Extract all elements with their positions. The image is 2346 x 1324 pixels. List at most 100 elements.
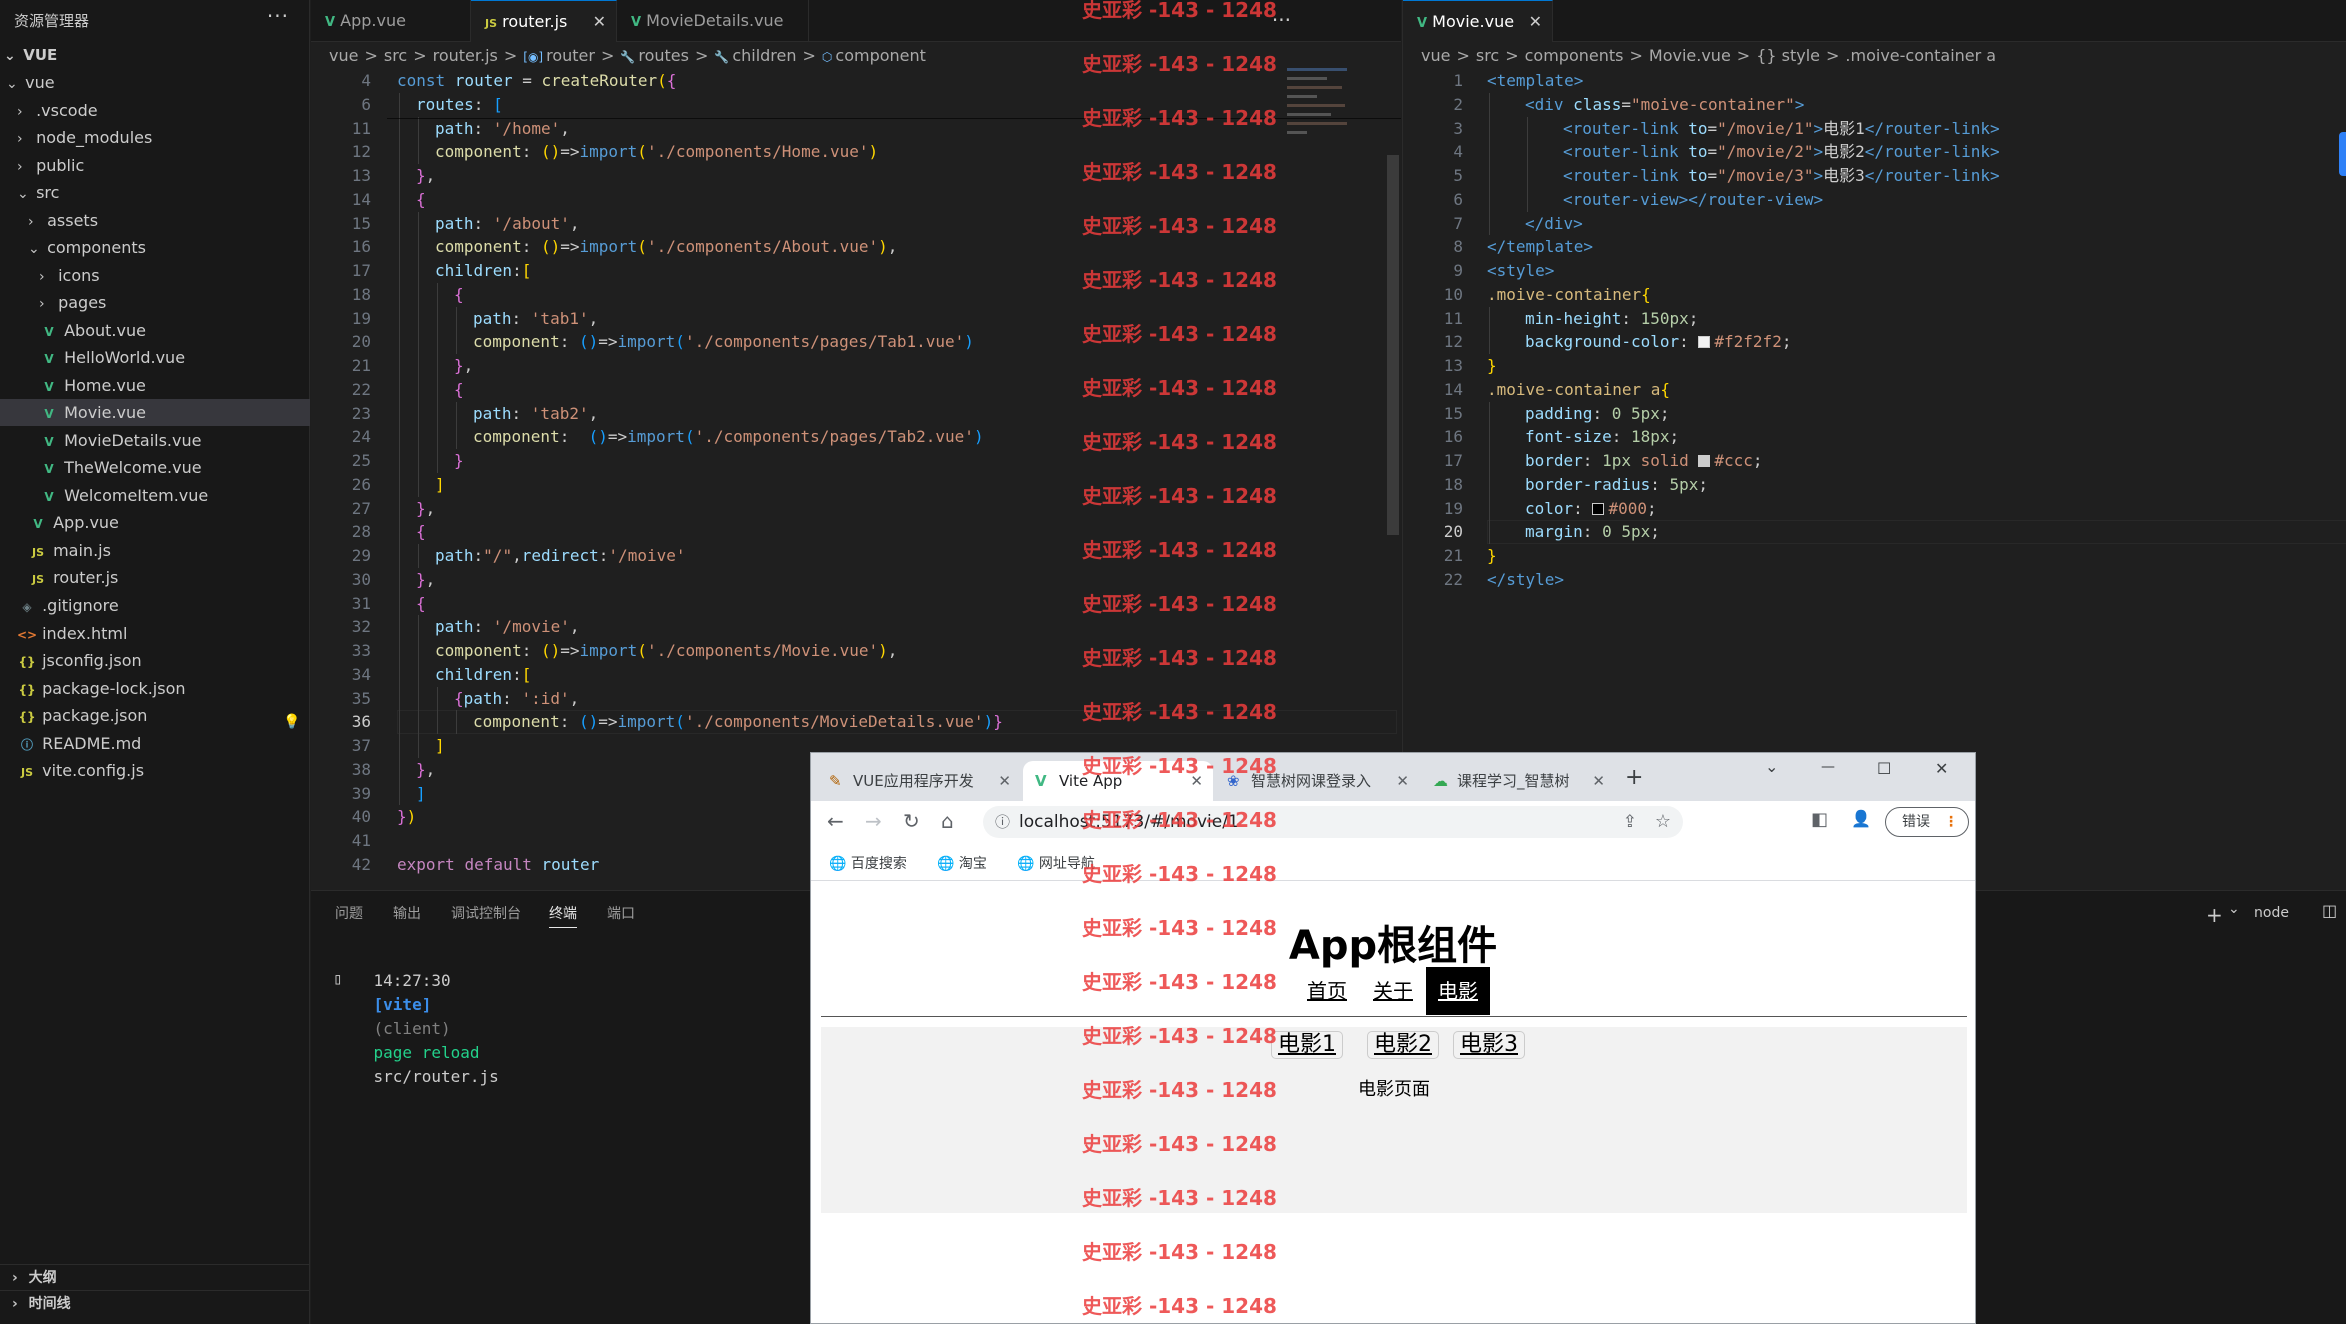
site-info-icon[interactable]: ⓘ xyxy=(995,806,1010,838)
split-terminal-icon[interactable]: ◫ xyxy=(2322,901,2337,920)
watermark-text: 史亚彩 -143 - 1248 xyxy=(1082,484,1277,508)
nav-link-movie[interactable]: 电影 xyxy=(1426,967,1490,1015)
breadcrumb-item[interactable]: Movie.vue xyxy=(1649,46,1731,65)
panel-tab-problems[interactable]: 问题 xyxy=(335,903,363,923)
code-token: 'tab1' xyxy=(530,308,589,328)
panel-tab-ports[interactable]: 端口 xyxy=(607,903,635,923)
close-icon[interactable]: ✕ xyxy=(1529,1,1542,43)
terminal-output[interactable]: 14:27:30 [vite] (client) page reload src… xyxy=(335,945,499,1086)
tree-item-moviedetails-vue[interactable]: V MovieDetails.vue xyxy=(0,427,310,454)
lightbulb-icon[interactable]: 💡 xyxy=(283,710,300,734)
tree-item-vite-config-js[interactable]: JS vite.config.js xyxy=(0,757,310,784)
bookmark-taobao[interactable]: 🌐 淘宝 xyxy=(937,853,987,873)
nav-link-about[interactable]: 关于 xyxy=(1373,975,1413,1004)
share-icon[interactable]: ⇪ xyxy=(1623,806,1637,838)
browser-tab-vue-course[interactable]: ✎ VUE应用程序开发 ✕ xyxy=(817,761,1021,801)
breadcrumb-item[interactable]: .moive-container a xyxy=(1845,46,1996,65)
tree-item-src[interactable]: ⌄ src xyxy=(0,179,310,206)
code-token: #000 xyxy=(1608,498,1647,518)
home-button[interactable]: ⌂ xyxy=(941,809,954,833)
tab-moviedetails-vue[interactable]: V MovieDetails.vue xyxy=(617,0,809,42)
profile-icon[interactable]: 👤 xyxy=(1851,809,1871,828)
panel-tab-debug-console[interactable]: 调试控制台 xyxy=(451,903,521,923)
close-icon[interactable]: ✕ xyxy=(593,1,606,43)
tab-label: Movie.vue xyxy=(1432,12,1515,31)
add-terminal-icon[interactable]: + xyxy=(2206,903,2223,927)
tree-item-pages[interactable]: › pages xyxy=(0,289,310,316)
minimize-button[interactable]: — xyxy=(1821,759,1835,775)
tree-item-public[interactable]: › public xyxy=(0,152,310,179)
side-panel-icon[interactable]: ◧ xyxy=(1811,809,1828,830)
breadcrumb-item[interactable]: {} style xyxy=(1756,46,1820,65)
tree-item-main-js[interactable]: JS main.js xyxy=(0,537,310,564)
tab-search-icon[interactable]: ⌄ xyxy=(1765,757,1778,776)
tree-item-vue[interactable]: ⌄ vue xyxy=(0,69,310,96)
code-token: ; xyxy=(1669,427,1680,447)
close-icon[interactable]: ✕ xyxy=(1396,761,1409,801)
maximize-button[interactable]: ☐ xyxy=(1877,759,1891,778)
breadcrumb-item[interactable]: children xyxy=(732,46,796,65)
breadcrumb-item[interactable]: vue xyxy=(1421,46,1450,65)
tree-item-index-html[interactable]: <> index.html xyxy=(0,620,310,647)
tree-item-welcomeitem-vue[interactable]: V WelcomeItem.vue xyxy=(0,482,310,509)
tree-item-node-modules[interactable]: › node_modules xyxy=(0,124,310,151)
reload-button[interactable]: ↻ xyxy=(903,809,920,833)
back-button[interactable]: ← xyxy=(827,809,844,833)
minimap[interactable] xyxy=(1287,64,1367,154)
scroll-indicator[interactable] xyxy=(2339,132,2346,176)
tree-item-vscode[interactable]: › .vscode xyxy=(0,97,310,124)
panel-tab-terminal[interactable]: 终端 xyxy=(549,903,577,928)
movie-link-2[interactable]: 电影2 xyxy=(1367,1031,1439,1059)
panel-tab-output[interactable]: 输出 xyxy=(393,903,421,923)
breadcrumb-item[interactable]: src xyxy=(1476,46,1499,65)
error-menu-button[interactable]: 错误 ⋮ xyxy=(1885,807,1969,837)
outline-section[interactable]: › 大纲 xyxy=(0,1264,310,1290)
close-icon[interactable]: ✕ xyxy=(1592,761,1605,801)
tree-item-label: App.vue xyxy=(53,513,119,533)
tab-movie-vue[interactable]: V Movie.vue ✕ xyxy=(1403,0,1553,42)
tree-item-gitignore[interactable]: ◈ .gitignore xyxy=(0,592,310,619)
close-window-button[interactable]: ✕ xyxy=(1935,759,1948,778)
breadcrumb-item[interactable]: components xyxy=(1525,46,1624,65)
tree-item-movie-vue[interactable]: V Movie.vue xyxy=(0,399,310,427)
code-token: : xyxy=(521,641,541,660)
breadcrumb-item[interactable]: vue xyxy=(329,46,358,65)
breadcrumb-item[interactable]: router.js xyxy=(433,46,498,65)
vertical-scrollbar[interactable] xyxy=(1387,155,1399,535)
timeline-section[interactable]: › 时间线 xyxy=(0,1290,310,1316)
tree-item-thewelcome-vue[interactable]: V TheWelcome.vue xyxy=(0,454,310,481)
movie-link-1[interactable]: 电影1 xyxy=(1271,1031,1343,1059)
bookmark-star-icon[interactable]: ☆ xyxy=(1655,806,1671,838)
bookmark-baidu[interactable]: 🌐 百度搜索 xyxy=(829,853,907,873)
tree-item-readme-md[interactable]: ⓘ README.md xyxy=(0,730,310,757)
tab-app-vue[interactable]: V App.vue xyxy=(311,0,471,42)
new-tab-button[interactable]: + xyxy=(1625,765,1643,790)
chevron-down-icon[interactable]: ⌄ xyxy=(2228,901,2240,917)
tree-item-router-js[interactable]: JS router.js xyxy=(0,564,310,591)
movie-link-3[interactable]: 电影3 xyxy=(1453,1031,1525,1059)
tree-item-package-lock-json[interactable]: {} package-lock.json xyxy=(0,675,310,702)
breadcrumb-item[interactable]: router xyxy=(546,46,595,65)
close-icon[interactable]: ✕ xyxy=(998,761,1011,801)
forward-button[interactable]: → xyxy=(865,809,882,833)
code-line: ] xyxy=(435,734,445,758)
tree-item-components[interactable]: ⌄ components xyxy=(0,234,310,261)
breadcrumb-item[interactable]: src xyxy=(384,46,407,65)
terminal-node-label[interactable]: node xyxy=(2254,905,2289,921)
browser-tab-course-study[interactable]: ☁ 课程学习_智慧树 ✕ xyxy=(1421,761,1615,801)
tree-item-about-vue[interactable]: V About.vue xyxy=(0,317,310,344)
tree-item-app-vue[interactable]: V App.vue xyxy=(0,509,310,536)
tree-item-icons[interactable]: › icons xyxy=(0,262,310,289)
breadcrumb-item[interactable]: component xyxy=(835,46,926,65)
nav-link-home[interactable]: 首页 xyxy=(1307,975,1347,1004)
breadcrumb-item[interactable]: routes xyxy=(638,46,689,65)
explorer-more-icon[interactable]: ··· xyxy=(267,4,289,28)
tab-router-js[interactable]: JS router.js ✕ xyxy=(471,0,617,42)
tree-item-home-vue[interactable]: V Home.vue xyxy=(0,372,310,399)
tree-item-assets[interactable]: › assets xyxy=(0,207,310,234)
explorer-root[interactable]: ⌄ VUE xyxy=(0,42,310,69)
code-token: ':id' xyxy=(521,688,570,708)
tree-item-jsconfig-json[interactable]: {} jsconfig.json xyxy=(0,647,310,674)
tree-item-helloworld-vue[interactable]: V HelloWorld.vue xyxy=(0,344,310,371)
tree-item-package-json[interactable]: {} package.json xyxy=(0,702,310,729)
